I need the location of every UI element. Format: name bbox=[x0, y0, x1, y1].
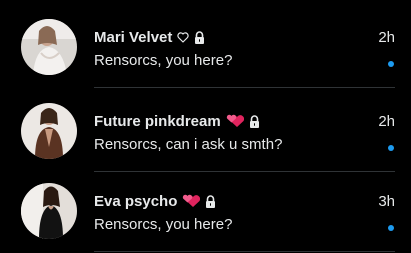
contact-name: Mari Velvet bbox=[94, 28, 173, 46]
lock-icon bbox=[205, 194, 216, 208]
conversation-list: Mari Velvet Rensorcs, you here? 2h Futur… bbox=[0, 0, 411, 253]
name-line: Eva psycho bbox=[94, 191, 216, 211]
divider bbox=[94, 251, 395, 252]
divider bbox=[94, 87, 395, 88]
name-line: Mari Velvet bbox=[94, 27, 205, 47]
timestamp: 2h bbox=[378, 113, 395, 130]
unread-indicator bbox=[388, 61, 394, 67]
two-pink-hearts-icon bbox=[226, 114, 244, 129]
avatar-photo bbox=[21, 103, 77, 159]
unread-indicator bbox=[388, 225, 394, 231]
name-line: Future pinkdream bbox=[94, 111, 260, 131]
avatar[interactable] bbox=[21, 19, 77, 75]
timestamp: 3h bbox=[378, 193, 395, 210]
contact-name: Eva psycho bbox=[94, 192, 178, 210]
avatar[interactable] bbox=[21, 183, 77, 239]
conversation-row-eva-psycho[interactable]: Eva psycho Rensorcs, you here? 3h bbox=[0, 169, 411, 252]
conversation-row-mari-velvet[interactable]: Mari Velvet Rensorcs, you here? 2h bbox=[0, 5, 411, 88]
white-heart-outline-icon bbox=[177, 31, 190, 43]
unread-indicator bbox=[388, 145, 394, 151]
lock-icon bbox=[194, 30, 205, 44]
message-preview: Rensorcs, you here? bbox=[94, 52, 233, 69]
two-pink-hearts-icon bbox=[182, 194, 201, 209]
lock-icon bbox=[249, 114, 260, 128]
contact-name: Future pinkdream bbox=[94, 112, 221, 130]
timestamp: 2h bbox=[378, 29, 395, 46]
conversation-row-future-pinkdream[interactable]: Future pinkdream Rensorcs, can i ask u s… bbox=[0, 89, 411, 172]
message-preview: Rensorcs, you here? bbox=[94, 216, 233, 233]
avatar[interactable] bbox=[21, 103, 77, 159]
avatar-photo bbox=[21, 183, 77, 239]
avatar-photo bbox=[21, 19, 77, 75]
message-preview: Rensorcs, can i ask u smth? bbox=[94, 136, 283, 153]
